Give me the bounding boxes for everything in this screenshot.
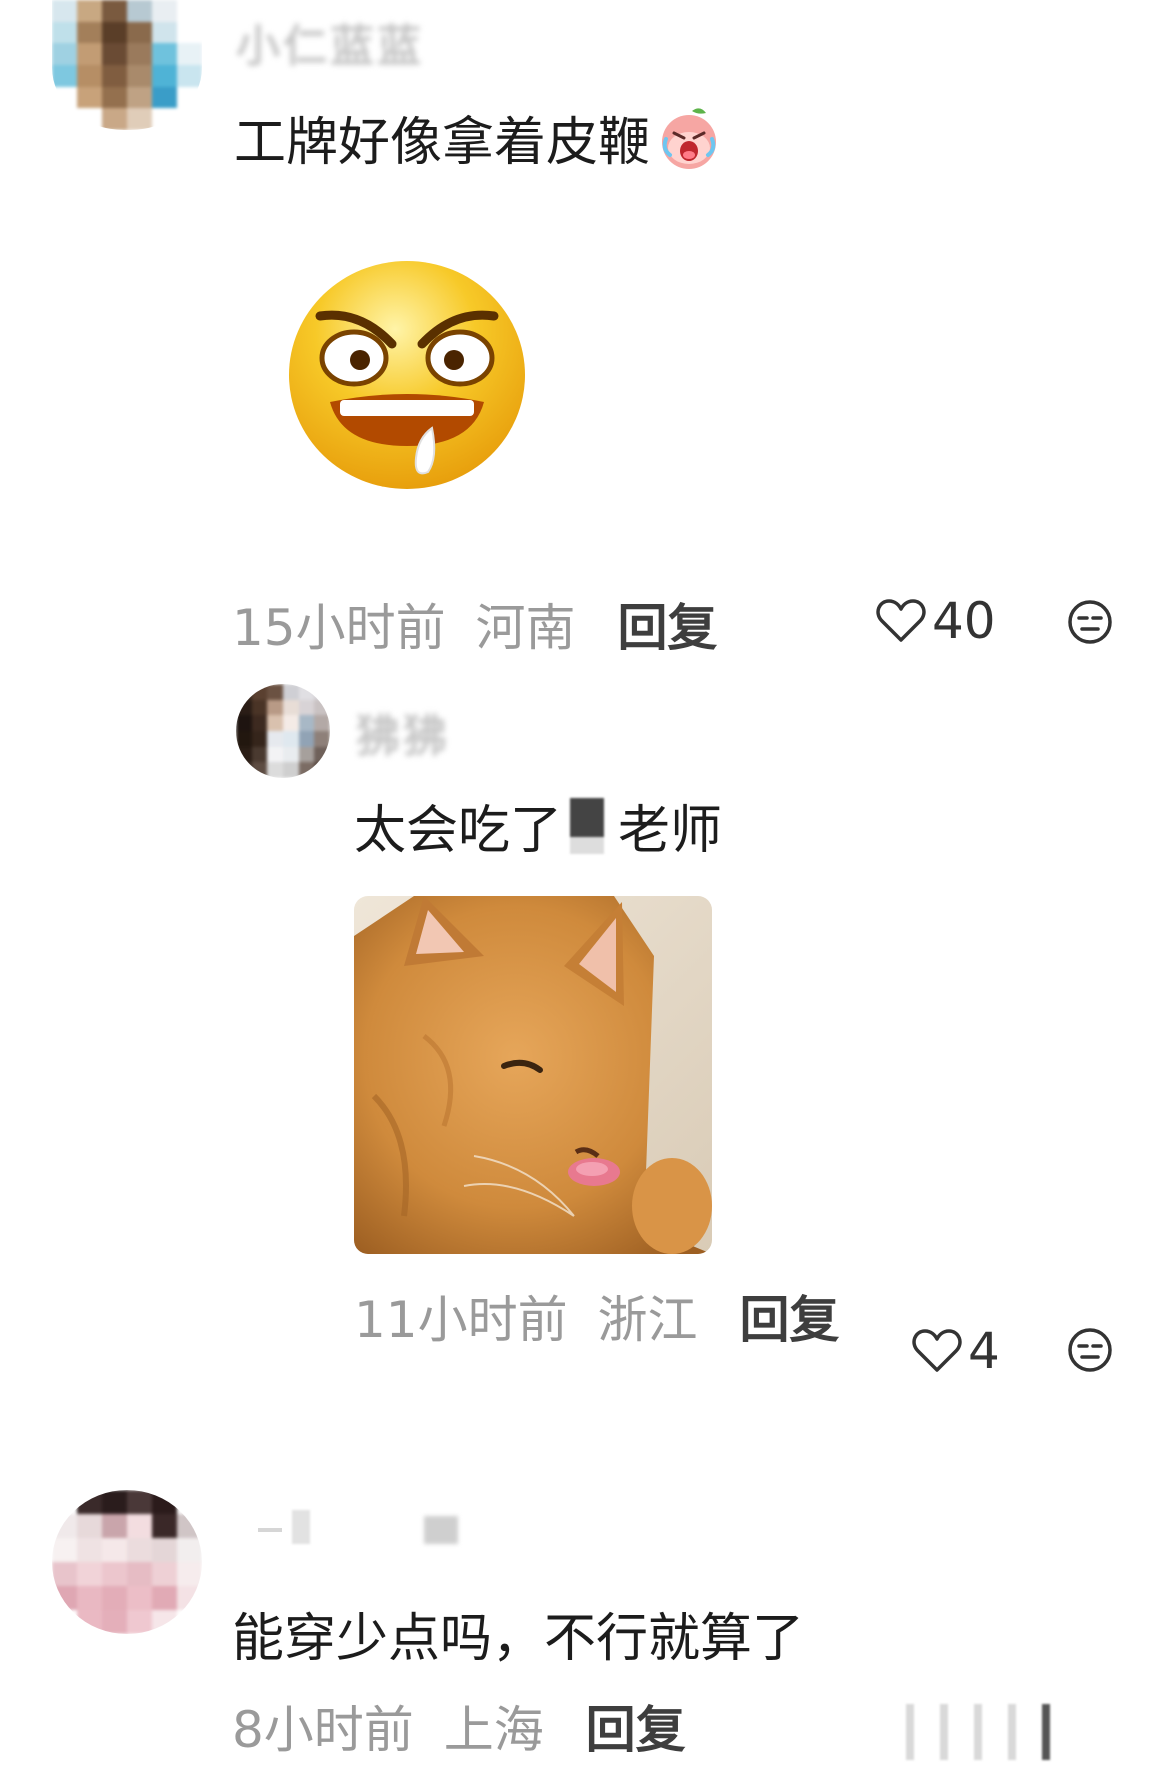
heart-outline-icon <box>876 599 926 642</box>
reply-text-after: 老师 <box>618 801 723 861</box>
reply-text-before: 太会吃了 <box>354 801 563 861</box>
redacted-actions <box>906 1704 1050 1760</box>
comment-time: 15小时前 <box>232 599 446 657</box>
commenter-username[interactable]: 小仁蓝蓝 <box>236 10 424 74</box>
replier-username[interactable]: 狒狒 <box>356 700 450 764</box>
comment-time: 8小时前 <box>232 1701 414 1759</box>
comment-location: 河南 <box>475 599 576 657</box>
like-count: 4 <box>968 1322 1000 1380</box>
like-button[interactable]: 4 <box>912 1322 1000 1380</box>
commenter-username-redacted[interactable] <box>258 1510 458 1544</box>
reply-time: 11小时前 <box>354 1291 568 1349</box>
reply-location: 浙江 <box>597 1291 698 1349</box>
censored-name-mosaic <box>570 797 605 854</box>
comment-text-content: 工牌好像拿着皮鞭 <box>234 113 651 173</box>
reply-button[interactable]: 回复 <box>617 599 717 657</box>
commenter-avatar[interactable] <box>52 0 202 130</box>
comment-meta: 15小时前 河南 回复 <box>232 588 717 660</box>
commenter-avatar[interactable] <box>52 1490 202 1634</box>
comment-text: 能穿少点吗，不行就算了 <box>232 1609 805 1669</box>
crying-peach-emoji-icon <box>662 107 717 169</box>
reply-meta: 11小时前 浙江 回复 <box>354 1280 839 1352</box>
like-count: 40 <box>932 592 996 650</box>
meh-face-icon[interactable] <box>1066 598 1114 646</box>
angry-drooling-face-sticker[interactable] <box>282 250 532 500</box>
orange-cat-licking-photo[interactable] <box>354 896 712 1254</box>
meh-face-icon[interactable] <box>1066 1326 1114 1374</box>
comment-text: 工牌好像拿着皮鞭 <box>234 100 724 175</box>
heart-outline-icon <box>912 1329 962 1372</box>
reply-button[interactable]: 回复 <box>586 1701 686 1759</box>
replier-avatar[interactable] <box>236 684 330 778</box>
reply-button[interactable]: 回复 <box>739 1291 839 1349</box>
like-button[interactable]: 40 <box>876 592 996 650</box>
comment-meta: 8小时前 上海 回复 <box>232 1690 686 1762</box>
reply-text: 太会吃了 老师 <box>354 788 722 863</box>
comment-location: 上海 <box>443 1701 544 1759</box>
